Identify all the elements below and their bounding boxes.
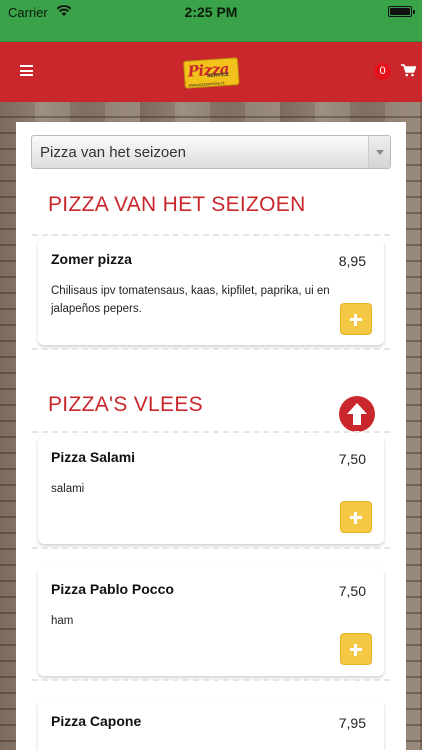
menu-panel: Pizza van het seizoen PIZZA VAN HET SEIZ… bbox=[16, 122, 406, 750]
item-description: Chilisaus ipv tomatensaus, kaas, kipfile… bbox=[51, 285, 330, 315]
menu-item-card: Zomer pizza 8,95 Chilisaus ipv tomatensa… bbox=[38, 238, 384, 345]
app-header: Pizza SERVICE www.pizzaservice.nl 0 bbox=[0, 41, 422, 102]
category-select[interactable]: Pizza van het seizoen bbox=[31, 135, 391, 169]
shopping-cart-icon[interactable] bbox=[401, 64, 416, 77]
category-select-value: Pizza van het seizoen bbox=[40, 144, 186, 161]
pizza-service-logo[interactable]: Pizza SERVICE www.pizzaservice.nl bbox=[182, 57, 240, 93]
section-title: PIZZA'S VLEES bbox=[48, 393, 203, 416]
logo-url: www.pizzaservice.nl bbox=[188, 80, 225, 88]
item-price: 8,95 bbox=[338, 253, 366, 269]
add-to-cart-button[interactable] bbox=[340, 501, 372, 533]
add-to-cart-button[interactable] bbox=[340, 303, 372, 335]
section-divider bbox=[32, 547, 390, 549]
section-title: PIZZA VAN HET SEIZOEN bbox=[48, 193, 306, 216]
item-name: Zomer pizza bbox=[51, 251, 132, 267]
status-bar: Carrier 2:25 PM bbox=[0, 0, 422, 41]
hamburger-menu-icon[interactable] bbox=[20, 65, 33, 76]
item-name: Pizza Salami bbox=[51, 449, 136, 465]
logo-sub: SERVICE bbox=[206, 71, 230, 80]
add-to-cart-button[interactable] bbox=[340, 633, 372, 665]
item-price: 7,95 bbox=[338, 715, 366, 731]
section-divider bbox=[32, 679, 390, 681]
section-divider bbox=[32, 348, 390, 350]
status-time: 2:25 PM bbox=[184, 4, 238, 20]
item-description: salami bbox=[51, 483, 85, 495]
menu-item-card: Pizza Salami 7,50 salami bbox=[38, 436, 384, 544]
item-price: 7,50 bbox=[338, 583, 366, 599]
scroll-to-top-button[interactable] bbox=[339, 396, 375, 432]
menu-item-card: Pizza Pablo Pocco 7,50 ham bbox=[38, 568, 384, 676]
item-description: ham bbox=[51, 615, 74, 627]
item-price: 7,50 bbox=[338, 451, 366, 467]
cart-count-badge[interactable]: 0 bbox=[374, 63, 391, 80]
section-divider bbox=[32, 234, 390, 236]
arrow-up-icon bbox=[347, 403, 367, 425]
item-name: Pizza Pablo Pocco bbox=[51, 581, 174, 597]
chevron-down-icon bbox=[368, 136, 390, 168]
section-divider bbox=[32, 431, 390, 433]
menu-item-card: Pizza Capone 7,95 bbox=[38, 700, 384, 750]
battery-icon bbox=[388, 6, 415, 17]
item-name: Pizza Capone bbox=[51, 713, 142, 729]
